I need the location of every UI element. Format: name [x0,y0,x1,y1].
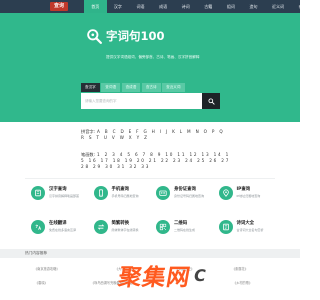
nav-item-chengyu[interactable]: 成语 [152,0,175,13]
qrcode-icon [156,220,170,234]
tool-desc: 古诗词大全名句赏析 [236,227,264,232]
search-button[interactable] [202,93,220,109]
nav-item-zuci[interactable]: 组词 [220,0,243,13]
pinyin-index: 拼音字: A B C D E F G H I J K L M N O P Q R … [81,129,231,141]
poem-icon [218,220,233,234]
site-logo[interactable]: 查询 [50,2,68,11]
brand: 字词句100 [86,25,165,47]
tool-card-idcard[interactable]: 身份证查询 身份证号码归属地查询 [150,179,213,213]
tool-title: 汉字查询 [49,186,67,192]
phone-icon [93,186,108,200]
tool-title: 二维码 [174,220,188,226]
tool-desc: 身份证号码归属地查询 [174,193,205,198]
tool-desc: 免费在线多语言互译 [49,227,77,232]
search-icon [207,97,215,105]
tab-jinyici[interactable]: 查近义词 [162,83,185,92]
tool-card-phone[interactable]: 手机查询 手机号码归属地查询 [88,179,151,213]
tool-card-poem[interactable]: 诗词大全 古诗词大全名句赏析 [213,213,276,247]
tool-desc: 二维码在线生成 [174,227,196,232]
tool-title: 在线翻译 [49,220,67,226]
search-box: 请输入您要查询的字 [81,93,220,109]
tool-card-qrcode[interactable]: 二维码 二维码在线生成 [150,213,213,247]
magnifier-logo-icon [87,28,102,44]
hot-item[interactable]: 《紫藤花》 [232,266,248,271]
convert-icon [93,220,108,234]
book-icon [31,186,45,200]
tool-desc: 汉字拼音解释笔画部首 [49,193,80,198]
stroke-label: 笔画数: [81,152,95,157]
tab-chengyu[interactable]: 查成语 [121,83,141,92]
tool-title: 简繁转换 [111,220,130,226]
tool-desc: IP地址归属地查询 [236,193,261,198]
hot-section-title: 热门内容推荐 [25,251,48,255]
slogan: 提供汉字词语组词、偏旁部首、古诗、笔画、汉字拼音解释 [106,55,200,59]
search-input[interactable]: 请输入您要查询的字 [81,93,202,109]
hot-item[interactable]: 《春晓》 [35,280,48,285]
tool-card-hanzi[interactable]: 汉字查询 汉字拼音解释笔画部首 [25,179,88,213]
watermark-suffix: C [192,265,208,285]
nav-item-jinyici[interactable]: 近义词 [265,0,292,13]
watermark: 聚集网 C [116,260,208,291]
tool-title: 诗词大全 [236,220,255,226]
top-nav: 查询 首页 汉字 词语 成语 诗词 古籍 组词 造句 近义词 在线翻译 [0,0,300,13]
nav-item-home[interactable]: 首页 [84,0,107,13]
hot-item[interactable]: 《南京旅游攻略》 [34,266,60,271]
tab-ciyu[interactable]: 查词语 [101,83,121,92]
tool-title: IP查询 [236,186,251,192]
nav-item-hanzi[interactable]: 汉字 [107,0,130,13]
nav-item-shici[interactable]: 诗词 [174,0,197,13]
tool-desc: 简体繁体字在线转换 [111,227,139,232]
tool-card-translate[interactable]: 在线翻译 免费在线多语言互译 [25,213,88,247]
tool-grid: 汉字查询 汉字拼音解释笔画部首 手机查询 手机号码归属地查询 身份证查询 身份证号码归… [25,178,275,247]
location-icon [218,186,233,200]
tool-card-convert[interactable]: 简繁转换 简体繁体字在线转换 [88,213,151,247]
nav-item-ciyu[interactable]: 词语 [129,0,152,13]
stroke-numbers[interactable]: 1 2 3 4 5 6 7 8 9 10 11 12 13 14 15 16 1… [81,152,230,169]
nav-menu: 首页 汉字 词语 成语 诗词 古籍 组词 造句 近义词 在线翻译 [84,0,300,13]
tool-title: 身份证查询 [174,186,196,192]
brand-name: 字词句100 [106,29,165,43]
pinyin-letters[interactable]: A B C D E F G H I J K L M N O P Q R S T … [81,129,224,140]
id-card-icon [156,186,170,200]
translate-icon [31,220,45,234]
tool-title: 手机查询 [111,186,130,192]
search-tabs: 查汉字 查词语 查成语 查古诗 查近义词 [81,83,185,92]
tool-desc: 手机号码归属地查询 [111,193,139,198]
nav-item-zaoju[interactable]: 造句 [242,0,265,13]
hot-item[interactable]: 《乡村的歌》 [233,280,252,285]
tab-gushi[interactable]: 查古诗 [141,83,161,92]
tab-hanzi[interactable]: 查汉字 [81,83,100,92]
page: 查询 首页 汉字 词语 成语 诗词 古籍 组词 造句 近义词 在线翻译 字词句1… [0,0,300,300]
pinyin-label: 拼音字: [81,129,95,134]
watermark-text: 聚集网 [116,265,193,291]
tool-card-ip[interactable]: IP查询 IP地址归属地查询 [213,179,276,213]
stroke-index: 笔画数: 1 2 3 4 5 6 7 8 9 10 11 12 13 14 15 … [81,152,231,170]
nav-item-translate[interactable]: 在线翻译 [291,0,300,13]
nav-item-guji[interactable]: 古籍 [197,0,220,13]
